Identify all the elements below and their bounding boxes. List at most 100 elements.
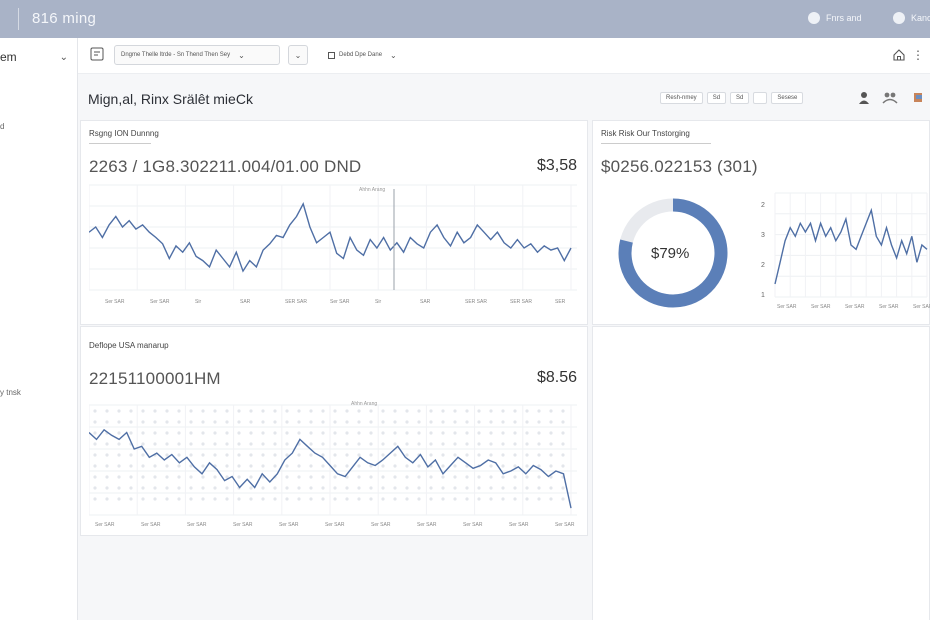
- grid-dot: [129, 431, 133, 435]
- grid-dot: [309, 409, 313, 413]
- grid-dot: [501, 453, 505, 457]
- grid-dot: [189, 486, 193, 490]
- grid-dot: [321, 464, 325, 468]
- calendar-icon[interactable]: [753, 92, 768, 104]
- grid-dot: [225, 420, 229, 424]
- grid-dot: [273, 464, 277, 468]
- grid-dot: [381, 464, 385, 468]
- grid-dot: [405, 453, 409, 457]
- grid-dot: [117, 475, 121, 479]
- grid-dot: [417, 409, 421, 413]
- flag-icon[interactable]: [914, 93, 922, 102]
- right-icon-group: [859, 92, 922, 104]
- grid-dot: [225, 464, 229, 468]
- grid-dot: [105, 420, 109, 424]
- panel-c: Deflope USA manarup 22151100001HM $8.56 …: [80, 326, 588, 536]
- user-menu-1[interactable]: Fnrs and: [808, 12, 862, 24]
- more-icon[interactable]: ⋮: [912, 48, 924, 62]
- grid-dot: [429, 420, 433, 424]
- grid-dot: [189, 442, 193, 446]
- grid-dot: [177, 497, 181, 501]
- grid-dot: [501, 486, 505, 490]
- page-icon[interactable]: [90, 47, 104, 61]
- grid-dot: [429, 409, 433, 413]
- y-tick-label: 2: [761, 202, 765, 209]
- grid-dot: [357, 486, 361, 490]
- sidebar-select-value: em: [0, 50, 17, 64]
- group-icon[interactable]: [882, 92, 898, 104]
- grid-dot: [357, 464, 361, 468]
- grid-dot: [501, 431, 505, 435]
- grid-dot: [165, 497, 169, 501]
- grid-dot: [333, 486, 337, 490]
- grid-dot: [549, 464, 553, 468]
- date-range-dropdown[interactable]: Dngme Thelle ltrde - Sn Thend Then Sey ⌄: [114, 45, 280, 65]
- person-icon[interactable]: [859, 92, 869, 104]
- grid-dot: [141, 409, 145, 413]
- grid-dot: [465, 420, 469, 424]
- grid-dot: [297, 486, 301, 490]
- grid-dot: [489, 431, 493, 435]
- grid-dot: [225, 497, 229, 501]
- grid-dot: [441, 442, 445, 446]
- data-type-dropdown[interactable]: Debd Dpe Dane ⌄: [322, 45, 434, 65]
- view-controls: Resh-nmey Sd Sd Sesese: [660, 90, 807, 106]
- grid-dot: [153, 431, 157, 435]
- grid-dot: [429, 497, 433, 501]
- grid-dot: [249, 453, 253, 457]
- x-tick-label: SER SAR: [285, 299, 307, 305]
- grid-dot: [333, 475, 337, 479]
- grid-dot: [345, 420, 349, 424]
- grid-dot: [465, 453, 469, 457]
- grid-dot: [153, 475, 157, 479]
- filter-button[interactable]: Sd: [706, 92, 727, 104]
- user-menu-2[interactable]: Kanosa: [893, 12, 930, 24]
- refresh-button[interactable]: Resh-nmey: [660, 92, 703, 104]
- grid-dot: [141, 497, 145, 501]
- panel-b-line-chart[interactable]: 2 3 2 1 Ser SAR Ser SAR Ser SAR Ser SAR Ser SAR: [753, 187, 930, 311]
- grid-dot: [561, 409, 565, 413]
- grid-dot: [417, 442, 421, 446]
- grid-dot: [117, 497, 121, 501]
- panel-a-line-chart[interactable]: Ahhn Arang Ser SAR Ser SAR Sir SAR SER SAR Ser…: [89, 181, 581, 306]
- dropdown-toggle[interactable]: ⌄: [288, 45, 308, 65]
- grid-dot: [177, 475, 181, 479]
- grid-dot: [549, 442, 553, 446]
- panel-c-line-chart[interactable]: Ahhn Arang Ser SAR Ser SAR Ser SAR Ser SAR Se…: [89, 397, 581, 529]
- grid-dot: [453, 486, 457, 490]
- grid-dot: [477, 420, 481, 424]
- grid-dot: [201, 420, 205, 424]
- grid-dot: [201, 497, 205, 501]
- settings-button[interactable]: Sesese: [771, 92, 804, 104]
- grid-dot: [561, 497, 565, 501]
- grid-dot: [525, 420, 529, 424]
- grid-dot: [513, 464, 517, 468]
- grid-dot: [105, 475, 109, 479]
- grid-dot: [117, 453, 121, 457]
- sort-button[interactable]: Sd: [730, 92, 750, 104]
- grid-dot: [117, 486, 121, 490]
- home-icon[interactable]: [892, 48, 906, 62]
- grid-dot: [105, 453, 109, 457]
- top-bar: 816 ming Fnrs and Kanosa: [0, 0, 930, 38]
- x-tick-label: Ser SAR: [187, 522, 207, 528]
- grid-dot: [249, 497, 253, 501]
- sidebar-item[interactable]: d: [0, 122, 4, 131]
- grid-dot: [213, 453, 217, 457]
- grid-dot: [189, 453, 193, 457]
- grid-dot: [417, 431, 421, 435]
- x-tick-label: Ser SAR: [913, 304, 930, 310]
- sidebar-select[interactable]: em ⌄: [0, 50, 76, 74]
- grid-dot: [153, 464, 157, 468]
- grid-dot: [249, 420, 253, 424]
- grid-dot: [369, 475, 373, 479]
- grid-dot: [297, 409, 301, 413]
- grid-dot: [261, 420, 265, 424]
- grid-dot: [93, 409, 97, 413]
- grid-dot: [297, 497, 301, 501]
- grid-dot: [453, 464, 457, 468]
- grid-dot: [225, 409, 229, 413]
- grid-dot: [465, 475, 469, 479]
- sidebar-item[interactable]: y tnsk: [0, 388, 21, 397]
- grid-dot: [93, 486, 97, 490]
